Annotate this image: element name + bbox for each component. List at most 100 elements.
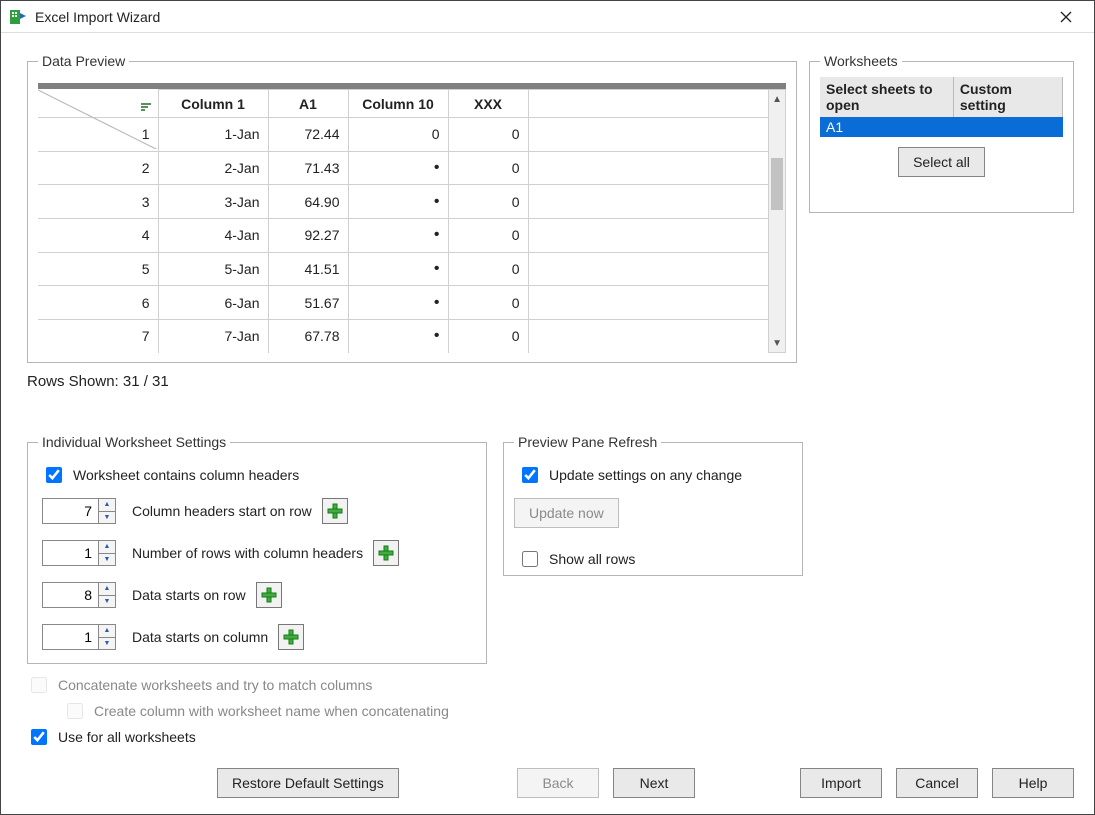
table-row[interactable]: 66-Jan51.67•0 bbox=[38, 286, 769, 320]
app-icon bbox=[9, 8, 27, 26]
data-col-spinner[interactable]: ▲▼ bbox=[42, 624, 122, 650]
select-all-button[interactable]: Select all bbox=[898, 147, 985, 177]
next-button[interactable]: Next bbox=[613, 768, 695, 798]
spin-down-icon[interactable]: ▼ bbox=[99, 512, 115, 524]
cell bbox=[528, 185, 769, 219]
spin-down-icon[interactable]: ▼ bbox=[99, 638, 115, 650]
grid-corner bbox=[38, 90, 158, 118]
window-title: Excel Import Wizard bbox=[35, 9, 1046, 25]
preview-grid[interactable]: Column 1 A1 Column 10 XXX 11-Jan72.44002… bbox=[38, 89, 769, 353]
headers-start-spinner[interactable]: ▲▼ bbox=[42, 498, 122, 524]
cell: 0 bbox=[448, 252, 528, 286]
num-header-rows-label: Number of rows with column headers bbox=[132, 545, 363, 561]
col-header[interactable]: XXX bbox=[448, 90, 528, 118]
cell: 0 bbox=[448, 319, 528, 353]
spin-down-icon[interactable]: ▼ bbox=[99, 554, 115, 566]
use-all-checkbox[interactable] bbox=[31, 729, 47, 745]
use-all-label: Use for all worksheets bbox=[58, 729, 196, 745]
column-menu-icon bbox=[140, 101, 152, 113]
cell bbox=[528, 286, 769, 320]
col-header[interactable]: A1 bbox=[268, 90, 348, 118]
col-header[interactable]: Column 10 bbox=[348, 90, 448, 118]
ws-col-header[interactable]: Select sheets to open bbox=[820, 77, 953, 117]
titlebar: Excel Import Wizard bbox=[1, 1, 1094, 33]
cell: 72.44 bbox=[268, 118, 348, 152]
ws-col-header[interactable]: Custom setting bbox=[953, 77, 1062, 117]
pick-row-button[interactable] bbox=[373, 540, 399, 566]
num-header-rows-spinner[interactable]: ▲▼ bbox=[42, 540, 122, 566]
worksheet-custom bbox=[953, 117, 1062, 137]
col-header[interactable] bbox=[528, 90, 769, 118]
spin-up-icon[interactable]: ▲ bbox=[99, 625, 115, 638]
create-col-checkbox bbox=[67, 703, 83, 719]
table-row[interactable]: 33-Jan64.90•0 bbox=[38, 185, 769, 219]
data-row-label: Data starts on row bbox=[132, 587, 246, 603]
cell: 0 bbox=[448, 185, 528, 219]
spin-down-icon[interactable]: ▼ bbox=[99, 596, 115, 608]
concat-checkbox bbox=[31, 677, 47, 693]
data-preview-group: Data Preview bbox=[27, 53, 797, 363]
cell bbox=[528, 218, 769, 252]
row-header: 3 bbox=[38, 185, 158, 219]
cell: 0 bbox=[348, 118, 448, 152]
cell: 0 bbox=[448, 151, 528, 185]
back-button: Back bbox=[517, 768, 599, 798]
data-col-input[interactable] bbox=[42, 624, 98, 650]
row-header: 5 bbox=[38, 252, 158, 286]
cell bbox=[528, 319, 769, 353]
scroll-thumb[interactable] bbox=[771, 158, 783, 210]
individual-settings-group: Individual Worksheet Settings Worksheet … bbox=[27, 434, 487, 664]
restore-defaults-button[interactable]: Restore Default Settings bbox=[217, 768, 399, 798]
cell: • bbox=[348, 151, 448, 185]
data-row-input[interactable] bbox=[42, 582, 98, 608]
update-any-checkbox[interactable] bbox=[522, 467, 538, 483]
update-now-button: Update now bbox=[514, 498, 619, 528]
row-header: 2 bbox=[38, 151, 158, 185]
create-col-label: Create column with worksheet name when c… bbox=[94, 703, 449, 719]
has-headers-label: Worksheet contains column headers bbox=[73, 467, 299, 483]
table-row[interactable]: 22-Jan71.43•0 bbox=[38, 151, 769, 185]
spin-up-icon[interactable]: ▲ bbox=[99, 541, 115, 554]
data-row-spinner[interactable]: ▲▼ bbox=[42, 582, 122, 608]
worksheets-table[interactable]: Select sheets to open Custom setting A1 bbox=[820, 77, 1063, 137]
spin-up-icon[interactable]: ▲ bbox=[99, 499, 115, 512]
rows-shown-label: Rows Shown: 31 / 31 bbox=[27, 373, 1074, 390]
preview-scrollbar[interactable]: ▲ ▼ bbox=[769, 89, 786, 353]
pick-col-button[interactable] bbox=[278, 624, 304, 650]
cell: • bbox=[348, 185, 448, 219]
cell: • bbox=[348, 286, 448, 320]
col-header[interactable]: Column 1 bbox=[158, 90, 268, 118]
show-all-label: Show all rows bbox=[549, 551, 635, 567]
close-button[interactable] bbox=[1046, 3, 1086, 31]
has-headers-checkbox[interactable] bbox=[46, 467, 62, 483]
import-button[interactable]: Import bbox=[800, 768, 882, 798]
scroll-down-icon[interactable]: ▼ bbox=[769, 334, 785, 352]
cell: 5-Jan bbox=[158, 252, 268, 286]
cell: 71.43 bbox=[268, 151, 348, 185]
table-row[interactable]: 55-Jan41.51•0 bbox=[38, 252, 769, 286]
cell: • bbox=[348, 252, 448, 286]
cell: 7-Jan bbox=[158, 319, 268, 353]
data-col-label: Data starts on column bbox=[132, 629, 268, 645]
cancel-button[interactable]: Cancel bbox=[896, 768, 978, 798]
cell: 67.78 bbox=[268, 319, 348, 353]
show-all-checkbox[interactable] bbox=[522, 551, 538, 567]
num-header-rows-input[interactable] bbox=[42, 540, 98, 566]
scroll-up-icon[interactable]: ▲ bbox=[769, 90, 785, 108]
pick-row-button[interactable] bbox=[256, 582, 282, 608]
worksheet-row[interactable]: A1 bbox=[820, 117, 1063, 137]
cell: 4-Jan bbox=[158, 218, 268, 252]
cell: 3-Jan bbox=[158, 185, 268, 219]
table-row[interactable]: 77-Jan67.78•0 bbox=[38, 319, 769, 353]
row-header: 4 bbox=[38, 218, 158, 252]
cell: 0 bbox=[448, 218, 528, 252]
cell bbox=[528, 118, 769, 152]
spin-up-icon[interactable]: ▲ bbox=[99, 583, 115, 596]
pick-row-button[interactable] bbox=[322, 498, 348, 524]
table-row[interactable]: 44-Jan92.27•0 bbox=[38, 218, 769, 252]
headers-start-label: Column headers start on row bbox=[132, 503, 312, 519]
cell: 51.67 bbox=[268, 286, 348, 320]
headers-start-input[interactable] bbox=[42, 498, 98, 524]
worksheet-name: A1 bbox=[820, 117, 953, 137]
help-button[interactable]: Help bbox=[992, 768, 1074, 798]
